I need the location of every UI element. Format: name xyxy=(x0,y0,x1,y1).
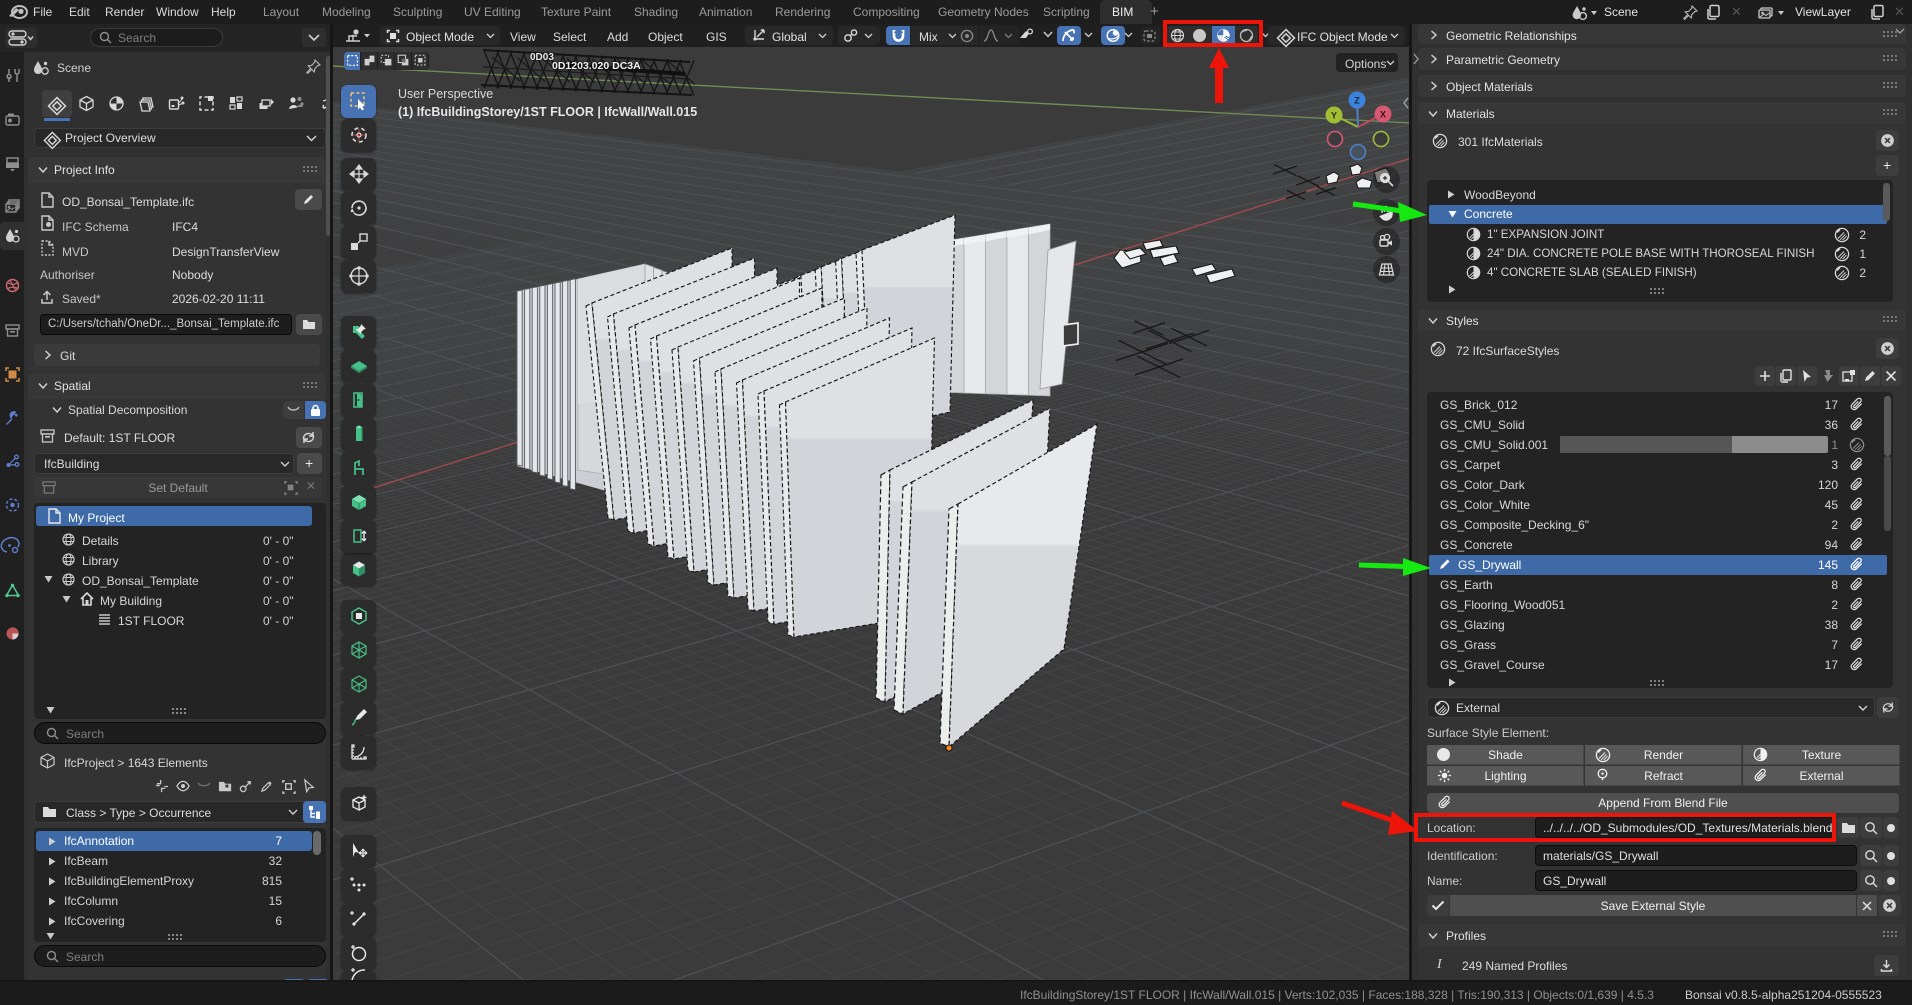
svg-text:Z: Z xyxy=(1354,96,1360,106)
svg-text:X: X xyxy=(1380,110,1386,120)
svg-text:Y: Y xyxy=(1331,111,1337,121)
